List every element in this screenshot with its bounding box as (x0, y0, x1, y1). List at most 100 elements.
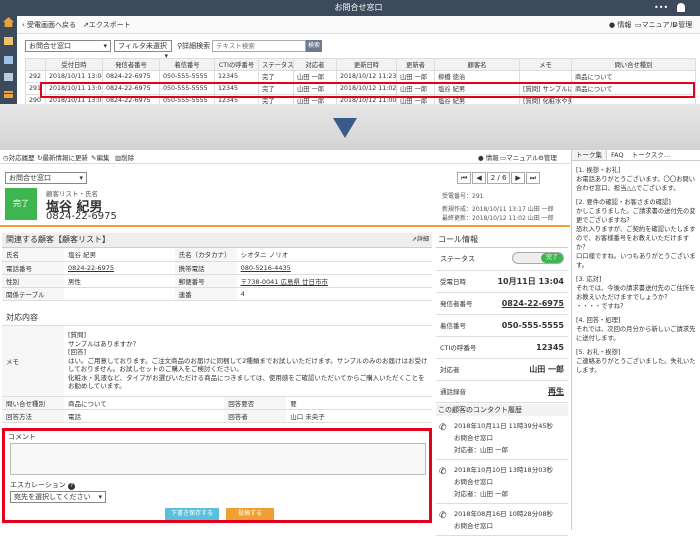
col-header[interactable]: メモ (519, 58, 572, 71)
admin-link-2[interactable]: ⚙管理 (538, 152, 557, 164)
customer-section-title: 関連する顧客【顧客リスト】 ⇗詳細 (2, 233, 432, 248)
field-value: 塩谷 紀男 (64, 248, 175, 262)
col-header[interactable]: ステータス (258, 58, 294, 71)
table-cell: 完了 (258, 70, 294, 83)
comment-textarea[interactable] (10, 443, 426, 475)
col-header[interactable]: 受付日時 (45, 58, 103, 71)
memo-content: [質問] サンプルはありますか？ [回答] はい。ご用意しております。ご注文商品のお届… (64, 326, 432, 397)
menu-icon-3[interactable] (4, 73, 13, 81)
script-line: ・・・・ですね？ (576, 303, 627, 310)
field-label: 回答者 (224, 409, 287, 423)
contact-history-panel: この顧客のコンタクト履歴 ✆ 2018年10月11日 11時39分45秒 お問合せ窓… (436, 404, 568, 536)
table-cell: 商品について (571, 70, 696, 83)
script-tab[interactable]: トーク集 (572, 150, 607, 160)
table-cell: 050-555-5555 (159, 70, 215, 83)
field-label: 氏名（カタカナ） (174, 248, 237, 262)
call-value[interactable]: 再生 (485, 380, 568, 403)
memo-line: サンプルはありますか？ (68, 339, 140, 348)
field-value: 電話 (64, 409, 225, 423)
col-header[interactable]: 問い合せ種別 (571, 58, 696, 71)
menu-icon-1[interactable] (4, 37, 13, 45)
memo-label: メモ (2, 326, 64, 397)
detail-link[interactable]: ⇗詳細 (412, 233, 429, 247)
col-header[interactable]: 更新日時 (336, 58, 397, 71)
refresh-link[interactable]: ↻最新情報に更新 (37, 152, 88, 164)
first-icon[interactable]: ⏮ (457, 172, 472, 184)
table-cell: 山田 一郎 (293, 70, 337, 83)
hamburger-icon[interactable] (4, 91, 13, 98)
admin-link[interactable]: ⚙管理 (672, 16, 692, 34)
table-cell: 12345 (214, 70, 259, 83)
save-draft-button[interactable]: 下書き保存する (165, 508, 219, 520)
script-tab[interactable]: FAQ (607, 150, 628, 160)
contact-item[interactable]: ✆ 2018年08月16日 10時28分08秒 お問合せ窓口 (436, 504, 568, 536)
call-label: 発信者番号 (436, 292, 486, 315)
field-value (64, 287, 175, 301)
script-line: [3. 応対] (576, 276, 602, 283)
edit-link[interactable]: ✎編集 (91, 152, 109, 164)
escalation-select[interactable]: 宛先を選択してください (10, 491, 106, 503)
col-header[interactable]: 更新者 (396, 58, 435, 71)
table-cell: 292 (25, 70, 46, 83)
filter-select[interactable]: フィルタ未選択 (114, 40, 172, 52)
last-icon[interactable]: ⏭ (525, 172, 541, 184)
call-label: CTIの呼番号 (436, 336, 486, 359)
search-button[interactable]: 検索 (306, 40, 322, 52)
app-rail (0, 0, 17, 104)
info-link-2[interactable]: ● 情報 (478, 152, 499, 164)
detail-toolbar: ◷対応履歴 ↻最新情報に更新 ✎編集 ▥削除 ● 情報 ▭マニュアル ⚙管理 (0, 152, 570, 164)
prev-icon[interactable]: ◀ (472, 172, 486, 184)
search-input[interactable] (212, 40, 306, 52)
col-header[interactable]: 顧客名 (434, 58, 520, 71)
comment-label: コメント (8, 433, 36, 441)
call-label: 着信番号 (436, 314, 486, 337)
field-row: 電話番号 0824-22-6975 携帯電話 080-5216-4435 (2, 261, 432, 275)
table-cell: 2018/10/11 13:04 (45, 70, 103, 83)
memo-line: 化粧水・乳液など、タイプがお選びいただける商品につきましては、使用感をご確認いた… (68, 373, 425, 391)
history-link[interactable]: ◷対応履歴 (3, 152, 35, 164)
bell-icon[interactable] (677, 3, 685, 12)
info-link[interactable]: ● 情報 (609, 16, 631, 34)
more-dots-icon[interactable]: ••• (654, 0, 668, 16)
script-line: それでは、次回の月分から新しいご請求先に送付します。 (576, 326, 696, 342)
status-toggle[interactable]: 完了 (512, 251, 564, 264)
record-queue-select[interactable]: お問合せ窓口 (5, 172, 87, 184)
next-icon[interactable]: ▶ (511, 172, 525, 184)
export-link[interactable]: ⇗エクスポート (83, 16, 131, 34)
memo-line: [回答] (68, 348, 87, 356)
delete-link[interactable]: ▥削除 (115, 152, 134, 164)
contact-item[interactable]: ✆ 2018年10月10日 13時18分03秒 お問合せ窓口 対応者：山田 一郎 (436, 460, 568, 504)
table-row[interactable]: 292 2018/10/11 13:04 0824-22-6975 050-555-5… (25, 70, 696, 83)
menu-icon-2[interactable] (4, 56, 13, 64)
book-icon: ▭ (635, 21, 642, 29)
col-header[interactable]: CTIの呼番号 (214, 58, 259, 71)
manual-link-2[interactable]: ▭マニュアル (500, 152, 538, 164)
script-tab[interactable]: トークスク… (628, 150, 675, 160)
contact-item[interactable]: ✆ 2018年10月11日 11時39分45秒 お問合せ窓口 対応者：山田 一郎 (436, 416, 568, 460)
back-link[interactable]: ‹ 受電画面へ戻る (22, 16, 76, 34)
call-info-title: コール情報 (436, 233, 568, 248)
memo-line: はい。ご用意しております。ご注文商品のお届けに同梱して2種類までお試しいただけま… (68, 356, 428, 374)
script-line: [4. 回答・処理] (576, 317, 621, 324)
queue-select[interactable]: お問合せ窓口 (25, 40, 111, 52)
updated-info: 最終更新：2018/10/12 11:02 山田 一郎 (442, 215, 554, 222)
table-cell: 2018/10/12 11:23 (336, 70, 397, 83)
page-title: お問合せ窓口 (334, 3, 383, 12)
detail-search[interactable]: ⚲詳細検索 (177, 41, 210, 51)
created-info: 新規作成：2018/10/11 13:17 山田 一郎 (442, 206, 554, 213)
manual-link[interactable]: ▭マニュアル (635, 16, 676, 34)
call-value[interactable]: 0824-22-6975 (485, 292, 568, 315)
col-header[interactable]: 着信番号 (159, 58, 215, 71)
help-icon[interactable]: ? (68, 483, 76, 490)
call-value: 山田 一郎 (485, 358, 568, 381)
field-value: 0824-22-6975 (64, 261, 175, 275)
col-header[interactable] (25, 58, 46, 71)
toolbar: ‹ 受電画面へ戻る ⇗エクスポート ● 情報 ▭マニュアル ⚙管理 (17, 16, 700, 34)
phone-icon: ✆ (439, 423, 447, 433)
col-header[interactable]: 発信者番号 (102, 58, 160, 71)
col-header[interactable]: 対応者 (293, 58, 337, 71)
pager-select[interactable]: 2 / 6 (486, 172, 511, 184)
script-panel: トーク集 FAQ トークスク… [1. 挨拶・お礼] お電話ありがとうございます。〇〇… (571, 150, 700, 530)
response-section-title: 対応内容 (2, 311, 432, 326)
post-button[interactable]: 投稿する (226, 508, 274, 520)
